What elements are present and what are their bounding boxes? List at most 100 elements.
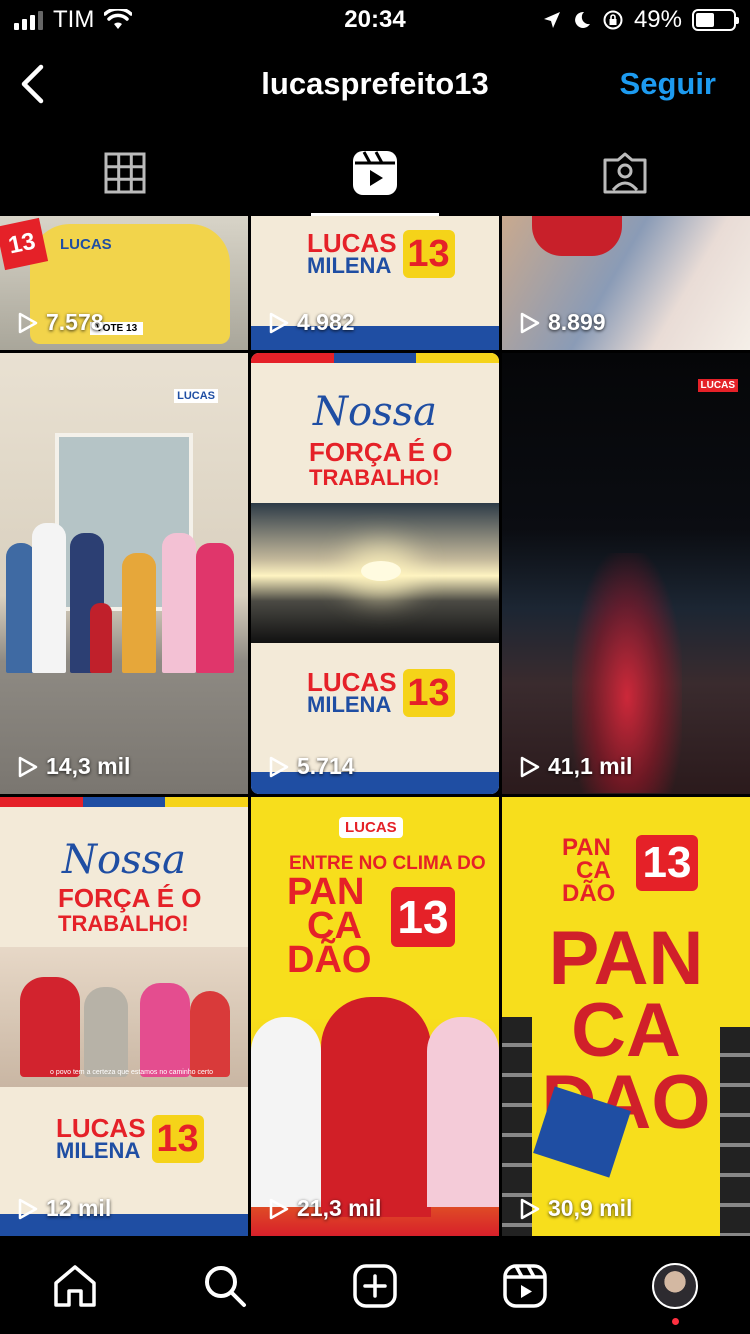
reels-nav-icon	[503, 1264, 547, 1308]
campaign-logo: LUCAS MILENA 13	[307, 669, 455, 717]
big-dao: DAO	[541, 1060, 711, 1146]
view-count: 12 mil	[18, 1195, 111, 1222]
battery-percent: 49%	[633, 6, 682, 33]
bottom-nav	[0, 1236, 750, 1334]
logo-number: 13	[402, 230, 455, 278]
slogan-nossa: Nossa	[62, 837, 186, 883]
pancadao-logo: PAN CA DÃO	[562, 836, 616, 907]
slogan-forca: FORÇA É O	[58, 883, 202, 913]
logo-name2: MILENA	[56, 1137, 141, 1163]
nav-reels[interactable]	[495, 1256, 555, 1316]
view-count-label: 21,3 mil	[297, 1195, 382, 1221]
play-icon	[18, 756, 38, 777]
reels-icon	[353, 151, 397, 195]
play-icon	[269, 312, 289, 333]
pancadao-logo: PAN CA DÃO	[287, 873, 372, 982]
profile-tabs	[0, 130, 750, 216]
big-pan: PAN	[548, 916, 704, 1001]
nav-create[interactable]	[345, 1256, 405, 1316]
logo-number: 13	[402, 669, 455, 717]
rotation-lock-icon	[603, 10, 623, 30]
pancadao-number: 13	[391, 887, 455, 947]
view-count-label: 14,3 mil	[46, 753, 131, 779]
logo-name2: MILENA	[307, 252, 392, 278]
play-icon	[269, 1198, 289, 1219]
play-icon	[269, 756, 289, 777]
slogan-forca: FORÇA É O	[309, 437, 453, 467]
reel-thumbnail[interactable]: 13 LUCAS VOTE 13 7.578	[0, 216, 248, 350]
tagged-icon	[603, 152, 647, 194]
tab-tagged[interactable]	[500, 130, 750, 216]
reel-thumbnail[interactable]: Nossa FORÇA É O TRABALHO! LUCAS MILENA 1…	[251, 353, 499, 794]
view-count-label: 12 mil	[46, 1195, 112, 1221]
view-count: 21,3 mil	[269, 1195, 381, 1222]
tab-reels[interactable]	[250, 130, 500, 216]
view-count: 4.982	[269, 309, 355, 336]
play-icon	[18, 1198, 38, 1219]
speaker-right	[720, 1027, 750, 1236]
nav-home[interactable]	[45, 1256, 105, 1316]
campaign-logo: LUCAS MILENA 13	[56, 1115, 204, 1163]
big-pancadao: PAN CA DAO	[502, 916, 750, 1146]
reel-thumbnail[interactable]: LUCAS ENTRE NO CLIMA DO PAN CA DÃO 13 21…	[251, 797, 499, 1236]
pancadao-number: 13	[636, 835, 698, 891]
reel-thumbnail[interactable]: PAN CA DÃO 13 PAN CA DAO 30,9 mil	[502, 797, 750, 1236]
moon-icon	[575, 11, 590, 28]
location-icon	[543, 12, 560, 28]
nav-profile[interactable]	[645, 1256, 705, 1316]
corner-logo: LUCAS	[697, 379, 738, 392]
meeting-photo: o povo tem a certeza que estamos no cami…	[0, 947, 248, 1087]
color-stripe	[0, 797, 248, 807]
corner-logo: LUCAS	[174, 389, 218, 403]
reel-thumbnail[interactable]: LUCAS MILENA 13 4.982	[251, 216, 499, 350]
video-caption: o povo tem a certeza que estamos no cami…	[50, 1069, 214, 1076]
slogan-trabalho: TRABALHO!	[309, 465, 440, 490]
play-icon	[18, 312, 38, 333]
dao-text: DÃO	[562, 879, 616, 907]
car-logo: LUCAS	[60, 236, 112, 253]
slogan-trabalho: TRABALHO!	[58, 911, 189, 936]
view-count-label: 8.899	[548, 309, 606, 335]
view-count-label: 41,1 mil	[548, 753, 633, 779]
reel-thumbnail[interactable]: LUCAS 14,3 mil	[0, 353, 248, 794]
big-ca: CA	[571, 988, 681, 1074]
battery-icon	[692, 9, 739, 31]
view-count: 30,9 mil	[520, 1195, 632, 1222]
sunset-photo	[251, 503, 499, 643]
slogan-nossa: Nossa	[313, 389, 437, 435]
campaign-logo: LUCAS MILENA 13	[307, 230, 455, 278]
reel-thumbnail[interactable]: LUCAS 41,1 mil	[502, 353, 750, 794]
reel-thumbnail[interactable]: 8.899	[502, 216, 750, 350]
create-icon	[353, 1264, 397, 1308]
small-logo: LUCAS	[339, 817, 403, 838]
view-count-label: 7.578	[46, 309, 104, 335]
search-icon	[205, 1266, 246, 1307]
follow-button[interactable]: Seguir	[620, 66, 716, 102]
play-icon	[520, 312, 540, 333]
status-bar: TIM 20:34 49%	[0, 0, 750, 40]
tab-grid[interactable]	[0, 130, 250, 216]
logo-number: 13	[151, 1115, 204, 1163]
view-count: 14,3 mil	[18, 753, 130, 780]
view-count: 8.899	[520, 309, 606, 336]
play-icon	[520, 1198, 540, 1219]
view-count-label: 5.714	[297, 753, 355, 779]
profile-header: lucasprefeito13 Seguir	[0, 48, 750, 120]
dao-text: DÃO	[287, 939, 372, 982]
group-photo	[0, 523, 248, 673]
view-count: 7.578	[18, 309, 104, 336]
view-count: 41,1 mil	[520, 753, 632, 780]
notification-dot	[672, 1318, 679, 1325]
reel-thumbnail[interactable]: Nossa FORÇA É O TRABALHO! o povo tem a c…	[0, 797, 248, 1236]
nav-search[interactable]	[195, 1256, 255, 1316]
reels-grid: 13 LUCAS VOTE 13 7.578 LUCAS MILENA 13 4…	[0, 216, 750, 1236]
grid-icon	[104, 152, 146, 194]
logo-name: LUCAS MILENA	[307, 230, 397, 278]
color-stripe	[251, 353, 499, 363]
status-right: 49%	[542, 6, 739, 34]
logo-name: LUCAS MILENA	[56, 1115, 146, 1163]
view-count-label: 30,9 mil	[548, 1195, 633, 1221]
home-icon	[54, 1265, 96, 1307]
red-shirt	[532, 216, 622, 256]
view-count: 5.714	[269, 753, 355, 780]
